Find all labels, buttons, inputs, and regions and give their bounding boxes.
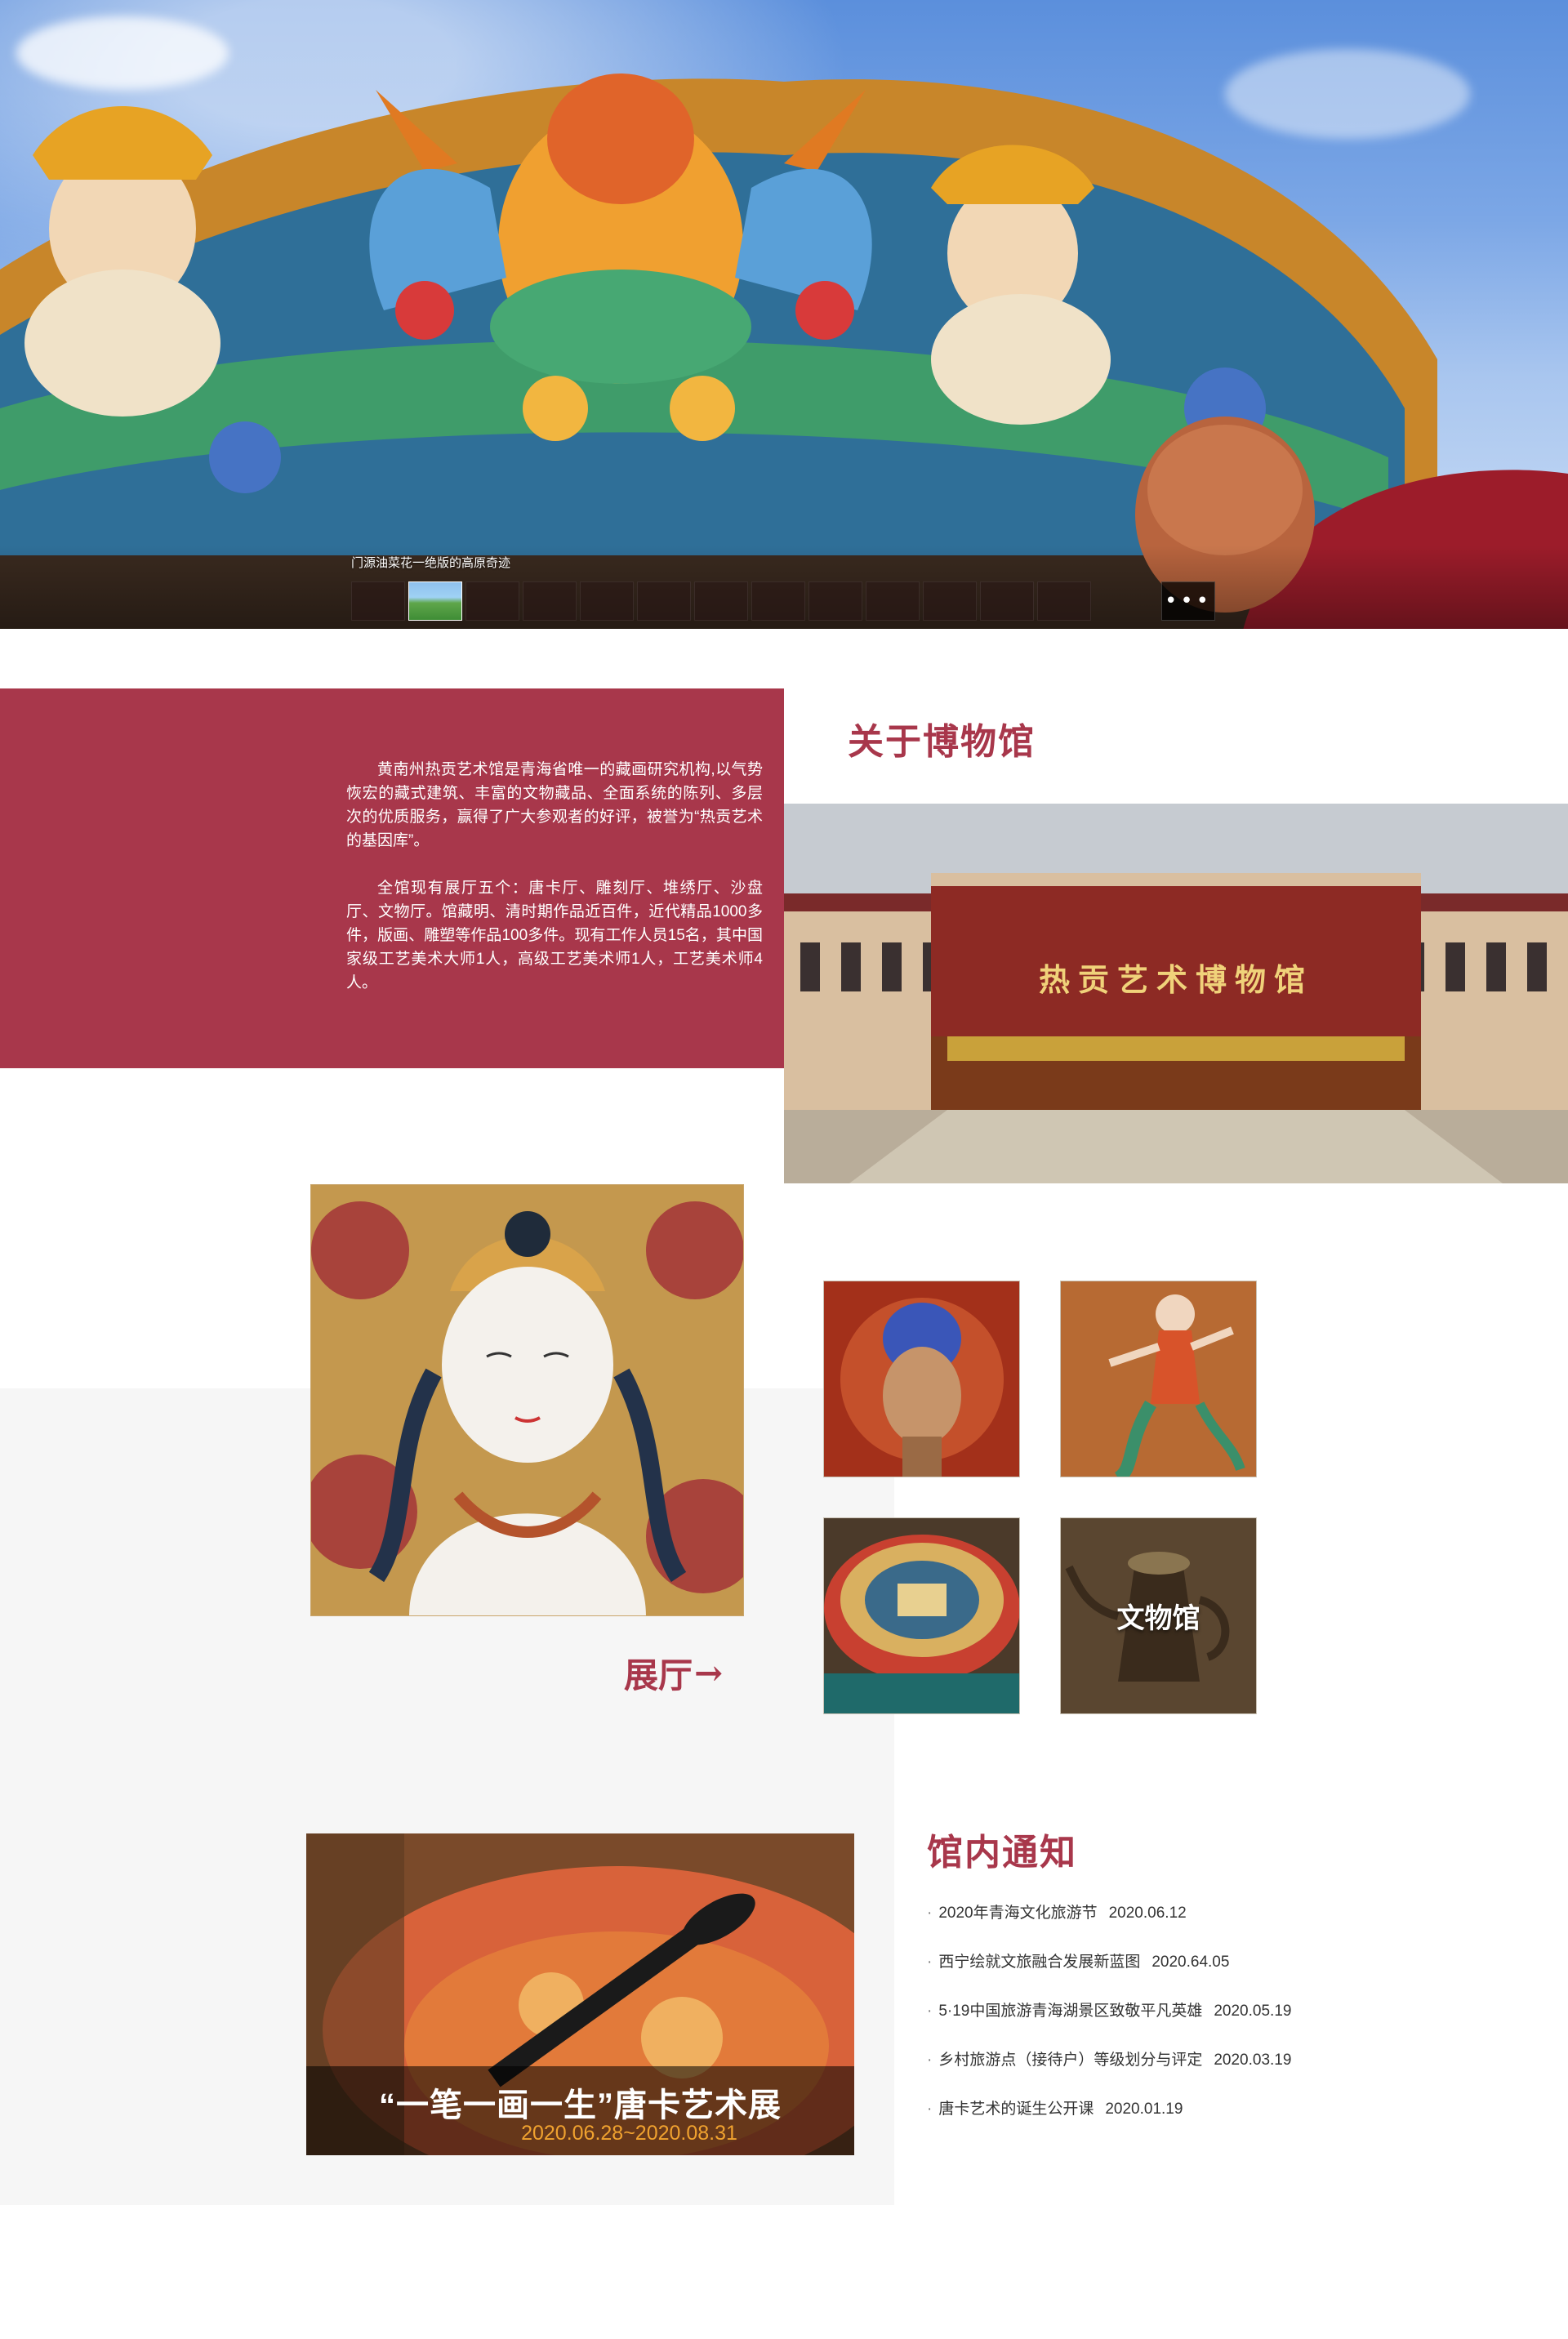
notice-text: 乡村旅游点（接待户）等级划分与评定 xyxy=(938,2052,1203,2069)
notice-date: 2020.06.12 xyxy=(1108,1905,1187,1922)
arrow-right-icon: → xyxy=(694,1652,724,1693)
dancer-painting-image xyxy=(1061,1281,1256,1477)
hero-thumbnail-strip xyxy=(351,581,1091,621)
hero-thumbnail[interactable] xyxy=(751,581,805,621)
bullet: · xyxy=(927,2052,933,2069)
notice-text: 西宁绘就文旅融合发展新蓝图 xyxy=(938,1954,1141,1971)
more-thumbnails-button[interactable]: ••• xyxy=(1161,581,1215,621)
exhibition-banner[interactable]: “一笔一画一生”唐卡艺术展 2020.06.28~2020.08.31 xyxy=(306,1833,854,2155)
hero-thumbnail[interactable] xyxy=(637,581,691,621)
hero-thumbnail[interactable] xyxy=(1037,581,1091,621)
notice-text: 5·19中国旅游青海湖景区致敬平凡英雄 xyxy=(938,2003,1203,2020)
hero-thumbnail[interactable] xyxy=(466,581,519,621)
museum-sign-text: 热贡艺术博物馆 xyxy=(1038,961,1313,998)
hero-thumbnail[interactable] xyxy=(923,581,977,621)
gallery-tile-artifacts[interactable]: 文物馆 xyxy=(1060,1517,1257,1714)
notice-item[interactable]: · 西宁绘就文旅融合发展新蓝图 2020.64.05 xyxy=(927,1950,1499,1999)
hero-thumbnail[interactable] xyxy=(351,581,405,621)
hero-thumbnail[interactable] xyxy=(580,581,634,621)
buddha-head-image xyxy=(824,1281,1019,1477)
notice-date: 2020.64.05 xyxy=(1152,1954,1230,1971)
notice-date: 2020.03.19 xyxy=(1214,2052,1292,2069)
hero-thumbnail-active[interactable] xyxy=(408,581,462,621)
notice-item[interactable]: · 唐卡艺术的诞生公开课 2020.01.19 xyxy=(927,2097,1499,2146)
about-paragraph-1: 黄南州热贡艺术馆是青海省唯一的藏画研究机构,以气势恢宏的藏式建筑、丰富的文物藏品… xyxy=(346,761,763,849)
gallery-tile-mandala[interactable] xyxy=(823,1517,1020,1714)
sand-mandala-image xyxy=(824,1518,1019,1713)
hall-link-label: 展厅 xyxy=(624,1655,693,1695)
notice-date: 2020.05.19 xyxy=(1214,2003,1292,2020)
exhibition-title: “一笔一画一生”唐卡艺术展 xyxy=(379,2087,782,2123)
gallery-tile-buddha[interactable] xyxy=(823,1281,1020,1477)
exhibition-date: 2020.06.28~2020.08.31 xyxy=(521,2122,737,2145)
hero-caption: 门源油菜花一绝版的高原奇迹 xyxy=(351,556,511,570)
hero-thumbnail[interactable] xyxy=(808,581,862,621)
bullet: · xyxy=(927,2101,933,2118)
gallery-tile-dancer[interactable] xyxy=(1060,1281,1257,1477)
exhibition-hall-link[interactable]: 展厅 → xyxy=(624,1648,723,1698)
notice-item[interactable]: · 5·19中国旅游青海湖景区致敬平凡英雄 2020.05.19 xyxy=(927,1999,1499,2048)
hero-thumbnail[interactable] xyxy=(980,581,1034,621)
hero-thumbnail[interactable] xyxy=(866,581,920,621)
notice-item[interactable]: · 2020年青海文化旅游节 2020.06.12 xyxy=(927,1901,1499,1950)
about-title: 关于博物馆 xyxy=(848,721,1036,763)
notices-title: 馆内通知 xyxy=(927,1832,1077,1873)
museum-building-image: 热贡艺术博物馆 xyxy=(784,804,1568,1183)
about-paragraph-2: 全馆现有展厅五个：唐卡厅、雕刻厅、堆绣厅、沙盘厅、文物厅。馆藏明、清时期作品近百… xyxy=(346,880,763,991)
hero-banner[interactable]: 门源油菜花一绝版的高原奇迹 ••• xyxy=(0,0,1568,629)
hero-thumbnail[interactable] xyxy=(694,581,748,621)
bullet: · xyxy=(927,1954,933,1971)
bullet: · xyxy=(927,2003,933,2020)
bullet: · xyxy=(927,1905,933,1922)
thangka-painting-image xyxy=(310,1184,744,1616)
hero-thumbnail[interactable] xyxy=(523,581,577,621)
thangka-drawing xyxy=(311,1185,743,1615)
notice-text: 2020年青海文化旅游节 xyxy=(938,1905,1098,1922)
artifacts-hall-label: 文物馆 xyxy=(1116,1602,1200,1635)
notice-item[interactable]: · 乡村旅游点（接待户）等级划分与评定 2020.03.19 xyxy=(927,2048,1499,2097)
about-description: 黄南州热贡艺术馆是青海省唯一的藏画研究机构,以气势恢宏的藏式建筑、丰富的文物藏品… xyxy=(346,758,763,1018)
notice-date: 2020.01.19 xyxy=(1105,2101,1183,2118)
notice-list: · 2020年青海文化旅游节 2020.06.12 · 西宁绘就文旅融合发展新蓝图 20… xyxy=(927,1901,1499,2146)
notice-text: 唐卡艺术的诞生公开课 xyxy=(938,2101,1094,2118)
